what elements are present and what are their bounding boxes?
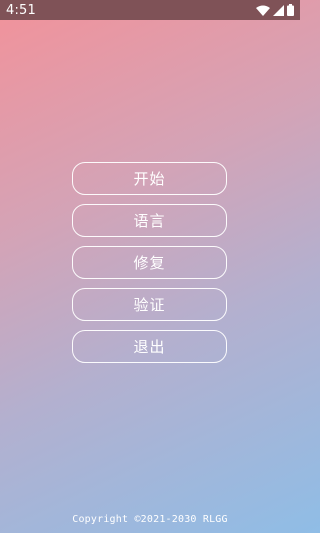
verify-button[interactable]: 验证 (72, 288, 227, 321)
cellular-signal-icon (273, 4, 284, 16)
status-bar: 4:51 (0, 0, 300, 20)
wifi-icon (256, 5, 270, 16)
status-icons (256, 4, 294, 16)
status-time: 4:51 (6, 2, 36, 18)
battery-icon (287, 4, 294, 16)
copyright-footer: Copyright ©2021-2030 RLGG (72, 514, 228, 525)
repair-button[interactable]: 修复 (72, 246, 227, 279)
exit-button[interactable]: 退出 (72, 330, 227, 363)
main-menu: 开始 语言 修复 验证 退出 (72, 162, 227, 372)
start-button[interactable]: 开始 (72, 162, 227, 195)
language-button[interactable]: 语言 (72, 204, 227, 237)
